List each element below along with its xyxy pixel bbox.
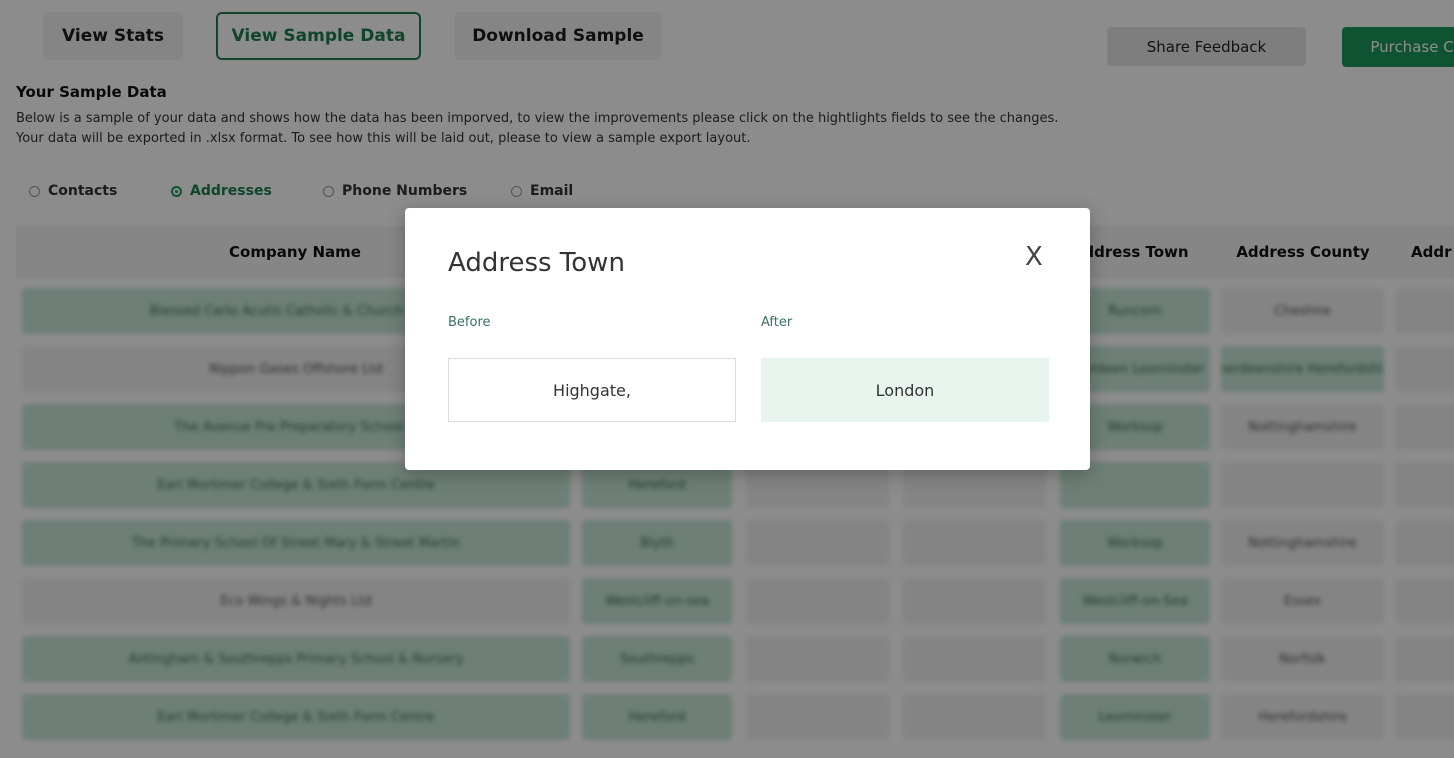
after-label: After [761,315,793,330]
before-value: Highgate, [448,358,736,422]
page: View Stats View Sample Data Download Sam… [0,0,1454,758]
before-label: Before [448,315,491,330]
address-town-modal: Address Town X Before After Highgate, Lo… [405,208,1090,470]
after-value: London [761,358,1049,422]
close-icon[interactable]: X [1025,242,1043,272]
modal-title: Address Town [448,248,625,278]
